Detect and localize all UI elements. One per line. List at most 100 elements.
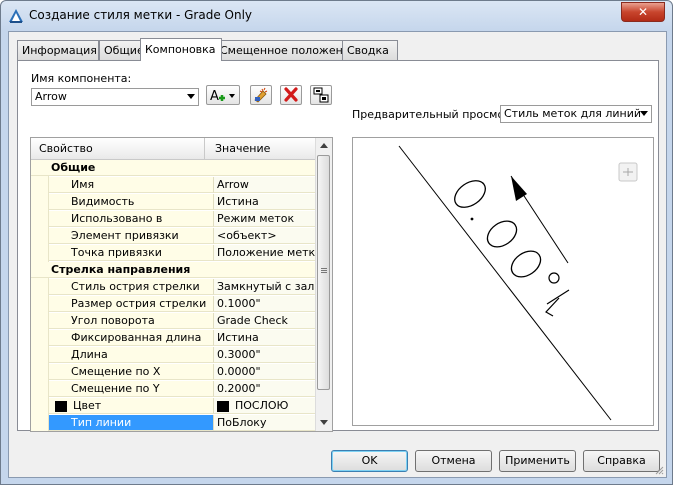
property-row[interactable]: Цвет ПОСЛОЮ	[31, 398, 315, 415]
layout-tab-panel: Имя компонента: Arrow A Свойство Значени…	[17, 60, 659, 432]
property-name-text: Стиль острия стрелки	[71, 280, 200, 293]
add-component-button[interactable]: A	[206, 85, 240, 105]
property-row[interactable]: Угол поворота Grade Check	[31, 313, 315, 330]
component-name-value: Arrow	[35, 90, 67, 103]
dialog-window: Создание стиля метки - Grade Only ✕ Инфо…	[0, 0, 673, 485]
property-value[interactable]: 0.0000"	[213, 364, 315, 380]
title-bar[interactable]: Создание стиля метки - Grade Only ✕	[1, 1, 672, 31]
property-row[interactable]: Элемент привязки <объект>	[31, 228, 315, 245]
property-name: Цвет	[49, 398, 213, 414]
tab-dragged-state[interactable]: Смещенное положение	[215, 40, 357, 60]
property-name: Смещение по X	[49, 364, 213, 380]
copy-component-icon	[254, 87, 268, 103]
property-row[interactable]: Смещение по Y 0.2000"	[31, 381, 315, 398]
property-value[interactable]: Истина	[213, 194, 315, 210]
scroll-down-icon[interactable]	[320, 420, 328, 425]
property-value[interactable]: 0.2000"	[213, 381, 315, 397]
property-name: Элемент привязки	[49, 228, 213, 244]
thumb-grip-line	[321, 268, 327, 269]
property-value-text: Режим меток	[217, 212, 295, 225]
property-value-text: Истина	[217, 195, 259, 208]
tab-information[interactable]: Информация	[17, 40, 99, 60]
property-value-text: ПоБлоку	[217, 416, 267, 429]
preview-line	[398, 145, 612, 421]
delete-component-button[interactable]	[280, 85, 302, 105]
property-row[interactable]: Использовано в Режим меток	[31, 211, 315, 228]
apply-button[interactable]: Применить	[499, 450, 576, 472]
close-button[interactable]: ✕	[621, 2, 665, 22]
property-row[interactable]: Имя Arrow	[31, 177, 315, 194]
property-value-text: 0.1000"	[217, 297, 261, 310]
preview-style-select[interactable]: Стиль меток для линий	[500, 105, 652, 123]
property-name: Тип линии	[49, 415, 213, 431]
property-name-text: Использовано в	[71, 212, 163, 225]
tab-layout[interactable]: Компоновка	[140, 38, 222, 61]
property-row[interactable]: Длина 0.3000"	[31, 347, 315, 364]
thumb-grip-line	[321, 270, 327, 271]
preview-label: Предварительный просмотр	[352, 108, 518, 121]
vertical-scrollbar[interactable]	[315, 138, 332, 431]
property-value-text: Истина	[217, 331, 259, 344]
property-row[interactable]: Фиксированная длина Истина	[31, 330, 315, 347]
close-icon: ✕	[637, 5, 649, 19]
property-row[interactable]: Размер острия стрелки 0.1000"	[31, 296, 315, 313]
property-value[interactable]: Замкнутый с зал...	[213, 279, 315, 295]
property-name-text: Элемент привязки	[71, 229, 179, 242]
cancel-button[interactable]: Отмена	[415, 450, 492, 472]
scroll-up-icon[interactable]	[320, 143, 328, 148]
property-value[interactable]: 0.3000"	[213, 347, 315, 363]
property-name: Угол поворота	[49, 313, 213, 329]
property-group-row[interactable]: Общие	[31, 160, 315, 177]
property-value[interactable]: ПоБлоку	[213, 415, 315, 431]
preview-glyph	[510, 250, 542, 278]
label-preview-pane[interactable]	[352, 137, 654, 426]
resize-grip-icon[interactable]	[654, 465, 664, 475]
preview-glyph	[454, 180, 486, 208]
property-value[interactable]: Arrow	[213, 177, 315, 193]
property-value[interactable]: ПОСЛОЮ	[213, 398, 315, 414]
preview-glyph	[545, 289, 570, 317]
component-name-label: Имя компонента:	[31, 72, 132, 85]
component-name-select[interactable]: Arrow	[31, 88, 199, 106]
property-group-label: Общие	[31, 160, 315, 176]
property-row[interactable]: Тип линии ПоБлоку	[31, 415, 315, 431]
property-row[interactable]: Смещение по X 0.0000"	[31, 364, 315, 381]
property-row[interactable]: Точка привязки Положение метки	[31, 245, 315, 262]
property-value[interactable]: Grade Check	[213, 313, 315, 329]
property-name: Точка привязки	[49, 245, 213, 261]
property-row[interactable]: Видимость Истина	[31, 194, 315, 211]
property-value[interactable]: <объект>	[213, 228, 315, 244]
help-button[interactable]: Справка	[583, 450, 660, 472]
component-order-icon	[313, 87, 329, 103]
property-value-text: <объект>	[217, 229, 277, 242]
property-value[interactable]: Режим меток	[213, 211, 315, 227]
scrollbar-thumb[interactable]	[317, 155, 330, 390]
property-name: Видимость	[49, 194, 213, 210]
svg-text:A: A	[210, 89, 219, 104]
autocad-app-icon	[9, 9, 23, 23]
component-order-button[interactable]	[310, 85, 332, 105]
property-value[interactable]: 0.1000"	[213, 296, 315, 312]
ok-button[interactable]: OK	[331, 450, 408, 472]
column-header-property[interactable]: Свойство	[31, 138, 205, 160]
property-name-text: Тип линии	[71, 416, 132, 429]
property-name-text: Смещение по X	[71, 365, 161, 378]
property-value[interactable]: Истина	[213, 330, 315, 346]
property-group-row[interactable]: Стрелка направления	[31, 262, 315, 279]
property-value[interactable]: Положение метки	[213, 245, 315, 261]
property-name-text: Угол поворота	[71, 314, 155, 327]
chevron-down-icon	[187, 94, 195, 99]
property-name-text: Точка привязки	[71, 246, 162, 259]
property-name-text: Размер острия стрелки	[71, 297, 207, 310]
preview-drawing	[398, 145, 638, 421]
property-value-text: Arrow	[217, 178, 249, 191]
property-row[interactable]: Стиль острия стрелки Замкнутый с зал...	[31, 279, 315, 296]
property-name: Имя	[49, 177, 213, 193]
tab-summary[interactable]: Сводка	[342, 40, 398, 60]
preview-glyph	[470, 217, 474, 221]
copy-component-button[interactable]	[250, 85, 272, 105]
property-value-text: Замкнутый с зал...	[217, 280, 315, 293]
property-name-text: Видимость	[71, 195, 135, 208]
column-header-value[interactable]: Значение	[205, 138, 315, 160]
preview-glyph	[548, 272, 560, 284]
